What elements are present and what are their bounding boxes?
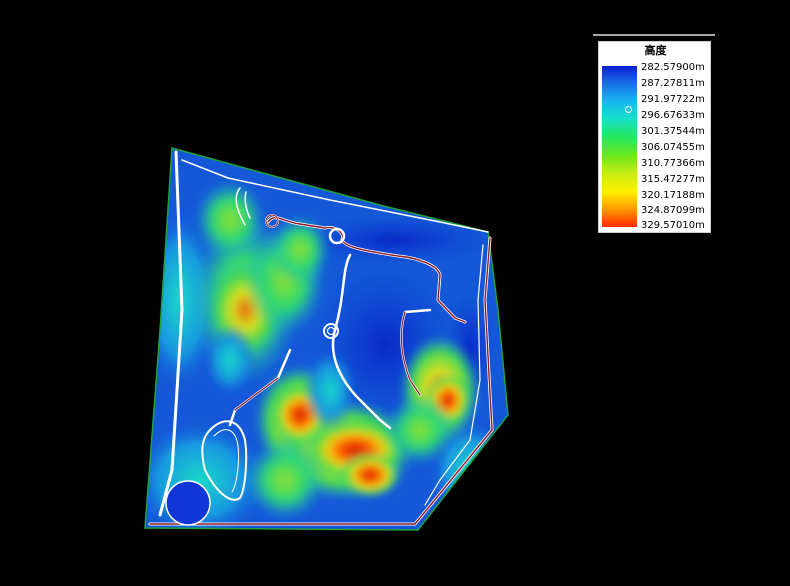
legend-label-4: 301.37544m xyxy=(641,126,705,137)
legend-color-bar xyxy=(602,66,637,227)
legend-label-7: 315.47277m xyxy=(641,174,705,185)
legend-label-3: 296.67633m xyxy=(641,110,705,121)
legend-label-8: 320.17188m xyxy=(641,190,705,201)
legend-label-0: 282.57900m xyxy=(641,62,705,73)
elevation-legend: 高度 282.57900m 287.27811m 291.97722m 296.… xyxy=(598,41,711,233)
pond xyxy=(165,480,211,526)
legend-label-10: 329.57010m xyxy=(641,220,705,231)
legend-label-5: 306.07455m xyxy=(641,142,705,153)
legend-divider xyxy=(593,34,715,36)
terrain-surface xyxy=(145,148,508,530)
legend-label-1: 287.27811m xyxy=(641,78,705,89)
legend-title: 高度 xyxy=(644,44,667,57)
legend-marker-icon xyxy=(625,106,632,113)
map-viewport[interactable]: 高度 282.57900m 287.27811m 291.97722m 296.… xyxy=(0,0,790,586)
legend-label-9: 324.87099m xyxy=(641,205,705,216)
legend-label-2: 291.97722m xyxy=(641,94,705,105)
legend-label-6: 310.77366m xyxy=(641,158,705,169)
